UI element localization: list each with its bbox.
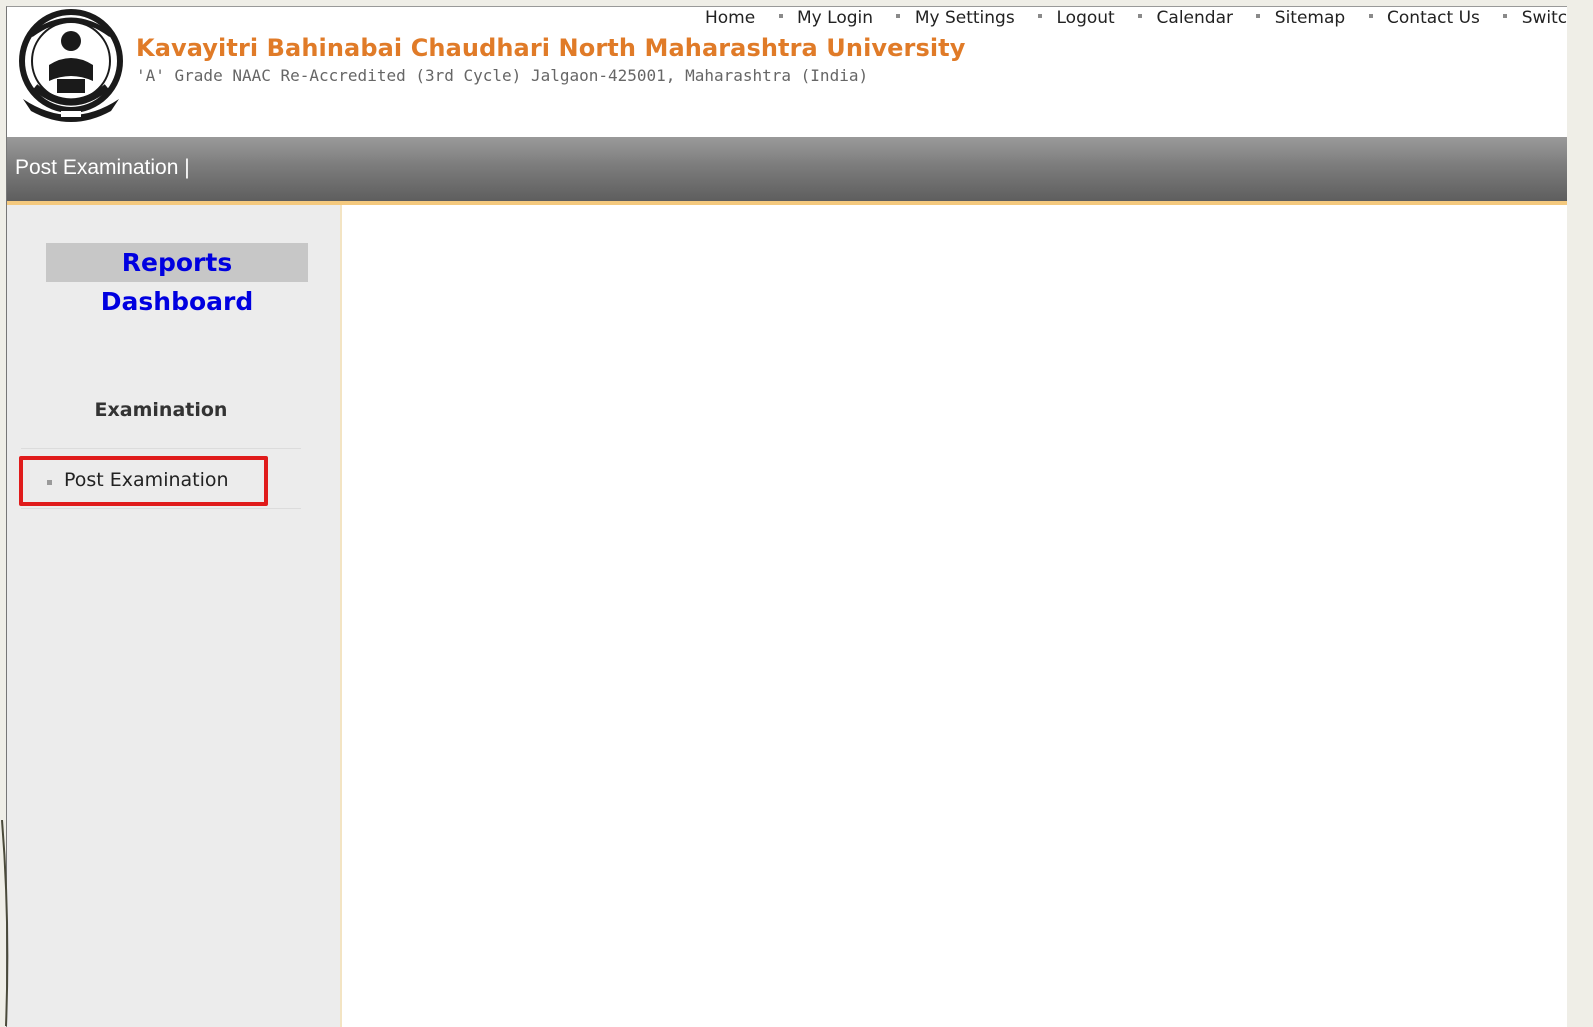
university-name: Kavayitri Bahinabai Chaudhari North Maha… — [136, 34, 966, 62]
main-content — [342, 205, 1567, 1027]
nav-link-my-settings[interactable]: My Settings — [915, 8, 1015, 28]
divider — [21, 448, 301, 449]
sidebar-section-heading: Examination — [94, 399, 228, 421]
nav-bullet-icon — [1038, 14, 1043, 18]
university-seal-icon — [19, 9, 123, 122]
sidebar-item-label: Post Examination — [64, 469, 229, 491]
site-header: Home My Login My Settings Logout Calenda… — [7, 7, 1567, 137]
university-subtitle: 'A' Grade NAAC Re-Accredited (3rd Cycle)… — [136, 66, 869, 85]
menu-bar-post-examination[interactable]: Post Examination | — [15, 156, 190, 180]
nav-bullet-icon — [778, 14, 783, 18]
page-frame: Home My Login My Settings Logout Calenda… — [6, 6, 1567, 1027]
nav-link-logout[interactable]: Logout — [1057, 8, 1115, 28]
nav-link-sitemap[interactable]: Sitemap — [1275, 8, 1345, 28]
reports-dashboard-link[interactable]: Reports Dashboard — [46, 243, 308, 316]
nav-bullet-icon — [1138, 14, 1143, 18]
menu-bar: Post Examination | — [7, 137, 1567, 205]
top-navigation: Home My Login My Settings Logout Calenda… — [705, 8, 1567, 28]
nav-link-my-login[interactable]: My Login — [797, 8, 873, 28]
nav-bullet-icon — [896, 14, 901, 18]
sidebar-item-post-examination[interactable]: Post Examination — [19, 456, 268, 506]
nav-bullet-icon — [1368, 14, 1373, 18]
bullet-icon — [47, 480, 52, 485]
nav-link-calendar[interactable]: Calendar — [1157, 8, 1233, 28]
nav-link-contact-us[interactable]: Contact Us — [1387, 8, 1480, 28]
nav-bullet-icon — [1256, 14, 1261, 18]
sidebar: Reports Dashboard Examination Post Exami… — [7, 205, 342, 1027]
nav-link-home[interactable]: Home — [705, 8, 755, 28]
nav-link-switch[interactable]: Switch T — [1522, 8, 1567, 28]
nav-bullet-icon — [1503, 14, 1508, 18]
divider — [21, 508, 301, 509]
